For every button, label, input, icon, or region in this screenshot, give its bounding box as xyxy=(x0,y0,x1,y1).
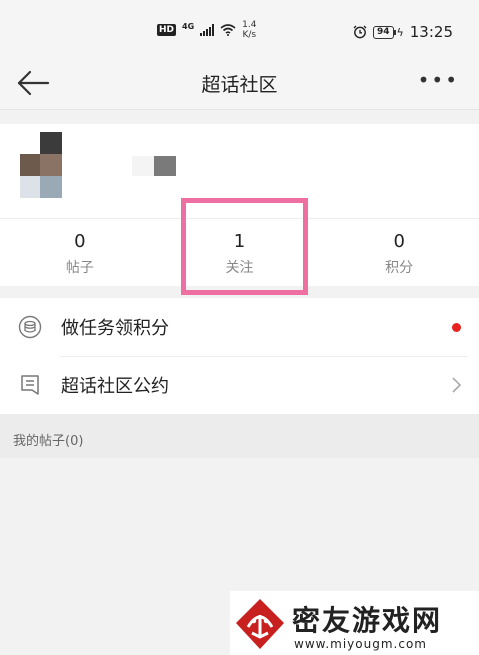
network-speed: 1.4 K/s xyxy=(242,20,256,40)
status-icons: HD 4G 1.4 K/s xyxy=(157,20,256,40)
alarm-icon xyxy=(353,25,367,39)
page-title: 超话社区 xyxy=(201,74,278,96)
coin-stack-icon xyxy=(18,315,42,339)
network-type: 4G xyxy=(182,21,195,31)
menu-item-label: 超话社区公约 xyxy=(61,376,169,397)
watermark: 密友游戏网 www.miyougm.com xyxy=(230,591,479,655)
wifi-icon xyxy=(220,24,236,36)
stat-value: 0 xyxy=(393,231,405,252)
my-posts-header: 我的帖子(0) xyxy=(0,414,479,458)
battery-level: 94 xyxy=(372,25,394,39)
notification-dot xyxy=(452,323,461,332)
profile-card[interactable] xyxy=(0,124,479,218)
stat-value: 0 xyxy=(74,231,86,252)
hd-badge: HD xyxy=(157,24,177,36)
chevron-right-icon xyxy=(452,377,462,393)
status-right: 94 ϟ 13:25 xyxy=(353,23,453,41)
document-icon xyxy=(21,375,39,395)
stat-label: 帖子 xyxy=(65,260,94,276)
stat-label: 积分 xyxy=(385,260,414,276)
menu-item-tasks[interactable]: 做任务领积分 xyxy=(0,298,479,356)
clock: 13:25 xyxy=(409,23,453,41)
stat-label: 关注 xyxy=(225,260,254,276)
nav-bar: 超话社区 ••• xyxy=(0,58,479,110)
stat-points[interactable]: 0 积分 xyxy=(319,219,479,286)
stat-posts[interactable]: 0 帖子 xyxy=(0,219,160,286)
username-mosaic xyxy=(132,156,176,176)
avatar[interactable] xyxy=(20,132,66,200)
more-options-icon[interactable]: ••• xyxy=(418,70,459,90)
status-bar: HD 4G 1.4 K/s 94 ϟ 13:25 xyxy=(0,0,479,58)
stat-following[interactable]: 1 关注 xyxy=(160,219,320,286)
menu-item-rules[interactable]: 超话社区公约 xyxy=(0,356,479,414)
stats-bar: 0 帖子 1 关注 0 积分 xyxy=(0,218,479,286)
section-title: 我的帖子(0) xyxy=(13,434,84,449)
stat-value: 1 xyxy=(233,231,246,252)
speed-value: 1.4 xyxy=(242,20,257,30)
watermark-url: www.miyougm.com xyxy=(294,637,427,651)
signal-icon xyxy=(200,24,215,36)
menu-list: 做任务领积分 超话社区公约 xyxy=(0,298,479,414)
charging-icon: ϟ xyxy=(396,25,404,39)
battery-icon: 94 ϟ xyxy=(372,25,404,39)
site-logo-icon xyxy=(236,599,284,649)
menu-item-label: 做任务领积分 xyxy=(61,318,169,339)
speed-unit: K/s xyxy=(242,30,257,40)
watermark-title: 密友游戏网 xyxy=(292,604,443,637)
